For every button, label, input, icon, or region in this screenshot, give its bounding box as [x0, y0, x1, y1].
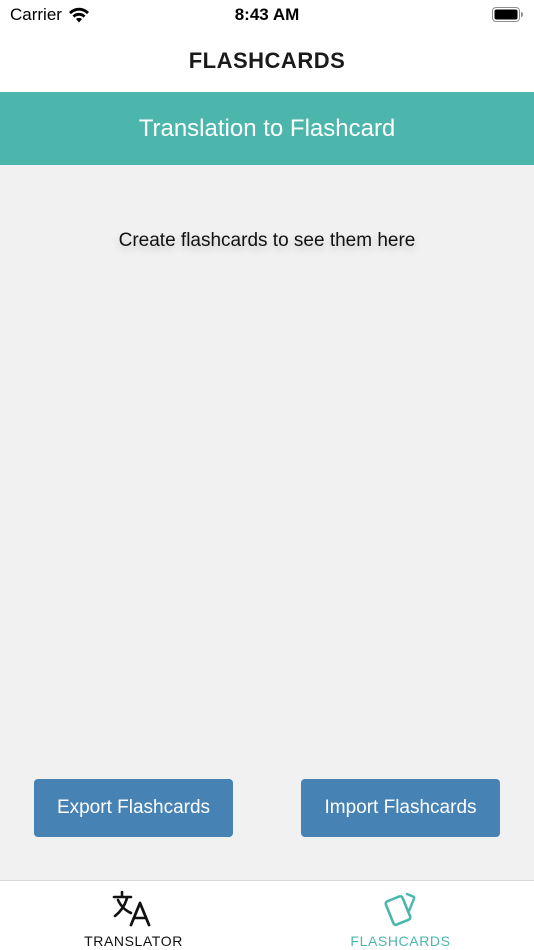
navigation-bar: FLASHCARDS [0, 30, 534, 92]
battery-icon [492, 7, 523, 22]
header-banner: Translation to Flashcard [0, 92, 534, 165]
tab-bar: TRANSLATOR FLASHCARDS [0, 880, 534, 950]
import-flashcards-button[interactable]: Import Flashcards [301, 779, 500, 837]
flashcards-content-area: Create flashcards to see them here Expor… [0, 165, 534, 880]
tab-flashcards[interactable]: FLASHCARDS [267, 881, 534, 950]
tab-translator[interactable]: TRANSLATOR [0, 881, 267, 950]
page-title: FLASHCARDS [188, 48, 346, 73]
tab-flashcards-label: FLASHCARDS [350, 933, 451, 949]
export-flashcards-button[interactable]: Export Flashcards [34, 779, 233, 837]
banner-title: Translation to Flashcard [138, 114, 396, 142]
status-time: 8:43 AM [234, 5, 300, 24]
flashcards-icon [383, 892, 415, 927]
status-bar: Carrier 8:43 AM [0, 0, 534, 30]
translate-icon [112, 890, 150, 927]
tab-translator-label: TRANSLATOR [84, 933, 183, 949]
app-screen: Carrier 8:43 AM FLASHCARDS Translation t… [0, 0, 534, 950]
empty-state-message: Create flashcards to see them here [118, 230, 416, 251]
